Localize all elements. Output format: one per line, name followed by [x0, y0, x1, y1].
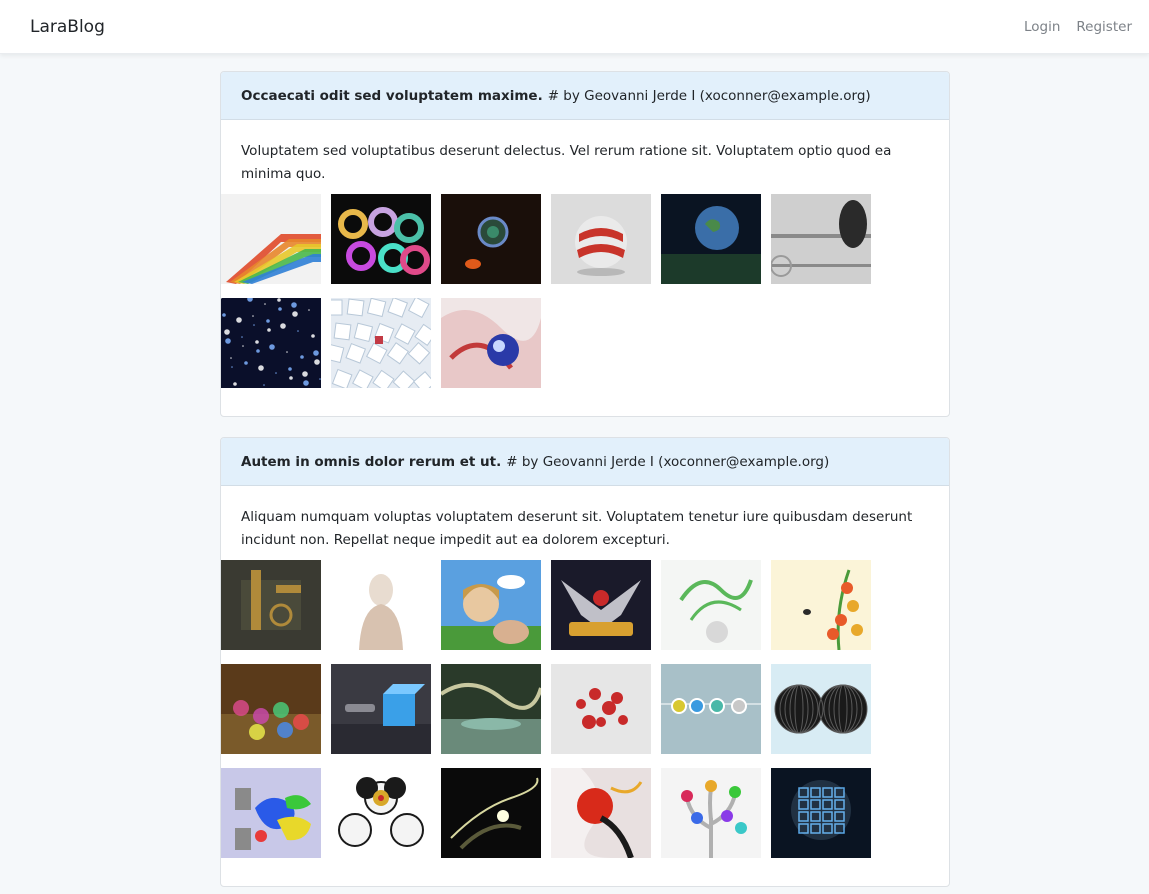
- blue-particles-image[interactable]: [221, 298, 321, 388]
- post-list: Occaecati odit sed voluptatem maxime. # …: [220, 71, 950, 887]
- post-card: Occaecati odit sed voluptatem maxime. # …: [220, 71, 950, 417]
- glass-marbles-image[interactable]: [221, 664, 321, 754]
- black-spheres-image[interactable]: [771, 664, 871, 754]
- paint-buckets-image[interactable]: [221, 768, 321, 858]
- image-gallery: [221, 194, 949, 416]
- green-splash-image[interactable]: [661, 560, 761, 650]
- post-body: Voluptatem sed voluptatibus deserunt del…: [241, 143, 892, 182]
- red-blue-orb-image[interactable]: [441, 298, 541, 388]
- color-orbs-image[interactable]: [661, 664, 761, 754]
- colorful-ribbon-image[interactable]: [221, 194, 321, 284]
- light-streaks-image[interactable]: [441, 768, 541, 858]
- post-title: Occaecati odit sed voluptatem maxime.: [241, 87, 543, 104]
- chrome-head-image[interactable]: [771, 194, 871, 284]
- flowers-butterfly-image[interactable]: [771, 560, 871, 650]
- post-header: Occaecati odit sed voluptatem maxime. # …: [221, 72, 949, 120]
- fantasy-landscape-image[interactable]: [441, 664, 541, 754]
- glass-swirls-image[interactable]: [331, 194, 431, 284]
- nav-links: Login Register: [1024, 19, 1132, 35]
- image-gallery: [221, 560, 949, 886]
- post-title: Autem in omnis dolor rerum et ut.: [241, 453, 502, 470]
- navbar: LaraBlog Login Register: [0, 0, 1149, 54]
- cartoon-girl-image[interactable]: [441, 560, 541, 650]
- radiation-balls-image[interactable]: [331, 768, 431, 858]
- striped-sphere-image[interactable]: [551, 194, 651, 284]
- airborne-logo-image[interactable]: [551, 560, 651, 650]
- post-header: Autem in omnis dolor rerum et ut. # by G…: [221, 438, 949, 486]
- post-body: Aliquam numquam voluptas voluptatem dese…: [241, 509, 913, 548]
- login-link[interactable]: Login: [1024, 19, 1060, 35]
- white-cubes-image[interactable]: [331, 298, 431, 388]
- red-drops-image[interactable]: [551, 664, 651, 754]
- post-card: Autem in omnis dolor rerum et ut. # by G…: [220, 437, 950, 887]
- blue-cube-image[interactable]: [331, 664, 431, 754]
- post-byline: # by Geovanni Jerde I (xoconner@example.…: [506, 453, 830, 470]
- color-tree-image[interactable]: [661, 768, 761, 858]
- dark-eye-image[interactable]: [441, 194, 541, 284]
- blue-crystal-image[interactable]: [771, 768, 871, 858]
- brand-link[interactable]: LaraBlog: [30, 17, 105, 37]
- red-abstract-image[interactable]: [551, 768, 651, 858]
- register-link[interactable]: Register: [1076, 19, 1132, 35]
- earth-planet-image[interactable]: [661, 194, 761, 284]
- steampunk-machine-image[interactable]: [221, 560, 321, 650]
- post-byline: # by Geovanni Jerde I (xoconner@example.…: [547, 87, 871, 104]
- white-figure-image[interactable]: [331, 560, 431, 650]
